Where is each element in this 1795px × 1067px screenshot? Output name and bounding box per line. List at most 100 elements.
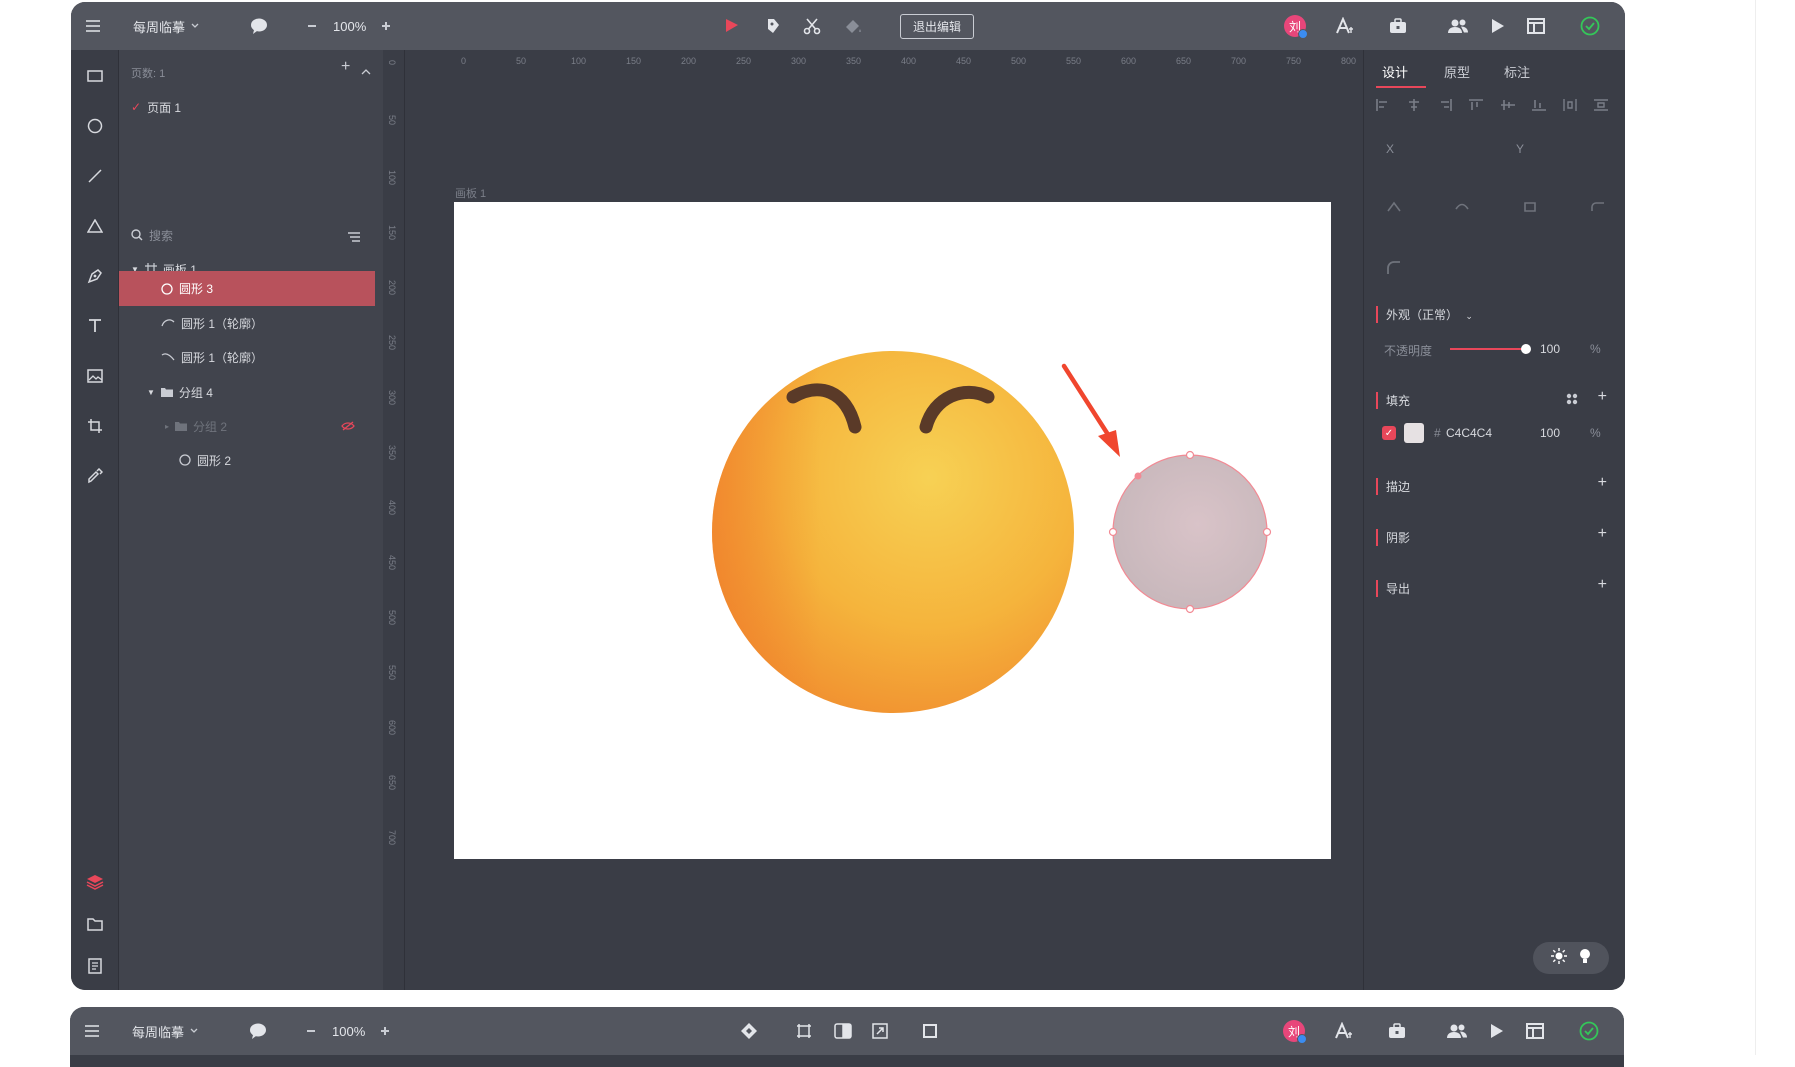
toolbox-button[interactable] [1389,2,1407,50]
comment-button[interactable] [249,2,269,50]
tab-prototype[interactable]: 原型 [1444,62,1470,81]
ellipse-tool[interactable] [83,114,107,138]
artboard[interactable] [454,202,1331,859]
user-avatar[interactable]: 刘 [1284,2,1308,50]
filter-button[interactable] [347,230,361,248]
paint-tool-button[interactable] [843,2,863,50]
align-right-icon[interactable] [1438,98,1453,116]
align-center-icon[interactable] [1407,98,1421,116]
add-fill-button[interactable]: + [1598,388,1607,406]
opacity-value[interactable]: 100 [1540,342,1560,356]
selected-circle-3[interactable] [1108,450,1272,614]
layer-row-circle-3[interactable]: 圆形 3 [119,271,375,306]
save-status[interactable] [1579,1007,1599,1055]
fill-color-swatch[interactable] [1404,423,1424,443]
zoom-level[interactable]: 100% [333,2,366,50]
add-export-button[interactable]: + [1598,576,1607,594]
opacity-slider-knob[interactable] [1521,344,1531,354]
scissors-tool-button[interactable] [803,2,821,50]
menu-button[interactable] [84,1007,100,1055]
share-users-button[interactable] [1446,1007,1468,1055]
components-panel-button[interactable] [83,954,107,978]
distribute-vertical-icon[interactable] [1593,98,1608,116]
add-page-button[interactable]: + [341,58,350,76]
tab-design[interactable]: 设计 [1382,62,1408,81]
layer-row-outline-1[interactable]: 圆形 1（轮廓） [119,306,375,340]
zoom-out-button[interactable] [306,1007,316,1055]
share-users-button[interactable] [1447,2,1469,50]
project-name-dropdown[interactable]: 每周临摹 [133,2,199,50]
font-button[interactable] [1334,1007,1354,1055]
assets-panel-button[interactable] [83,912,107,936]
add-stroke-button[interactable]: + [1598,474,1607,492]
play-button[interactable] [1490,1007,1504,1055]
layer-row-group-4[interactable]: ▼ 分组 4 [119,375,375,409]
distribute-horizontal-icon[interactable] [1563,98,1577,116]
tag-tool-button[interactable] [765,2,781,50]
mask-tool-button[interactable] [834,1007,852,1055]
square-tool-button[interactable] [922,1007,938,1055]
resize-handle[interactable] [1185,604,1195,614]
ruler-tick-label: 550 [1066,56,1082,66]
user-avatar[interactable]: 刘 [1283,1007,1307,1055]
layout-button[interactable] [1527,2,1545,50]
align-middle-icon[interactable] [1500,98,1515,116]
project-name-dropdown[interactable]: 每周临摹 [132,1007,198,1055]
radius-control[interactable] [1386,260,1402,281]
tab-annotate[interactable]: 标注 [1504,62,1530,81]
layer-row-group-2[interactable]: ▸ 分组 2 [119,409,375,443]
appearance-section-title[interactable]: 外观（正常） ⌄ [1376,306,1473,323]
play-button[interactable] [1491,2,1505,50]
corner-radius-icon[interactable] [1590,200,1606,218]
add-shadow-button[interactable]: + [1598,525,1607,543]
resize-handle[interactable] [1108,527,1118,537]
lightbulb-icon[interactable] [1578,948,1592,969]
flip-vertical-icon[interactable] [1522,200,1538,218]
artboard-tool[interactable] [83,414,107,438]
exit-edit-button[interactable]: 退出编辑 [900,2,975,50]
fill-hex-input[interactable]: C4C4C4 [1446,426,1492,440]
toolbox-button[interactable] [1388,1007,1406,1055]
align-top-icon[interactable] [1469,98,1484,116]
zoom-out-button[interactable] [307,2,317,50]
layout-button[interactable] [1526,1007,1544,1055]
fill-opacity-input[interactable]: 100 [1540,426,1560,440]
fill-enabled-checkbox[interactable]: ✓ [1382,426,1396,440]
zoom-level[interactable]: 100% [332,1007,365,1055]
frame-tool-button[interactable] [796,1007,812,1055]
fill-styles-button[interactable] [1566,392,1578,410]
eye-hidden-icon[interactable] [341,421,355,431]
font-button[interactable] [1335,2,1355,50]
opacity-unit: % [1590,342,1601,356]
triangle-tool[interactable] [83,214,107,238]
emoji-face[interactable] [712,351,1074,713]
layer-row-outline-2[interactable]: 圆形 1（轮廓） [119,340,375,374]
resize-handle[interactable] [1185,450,1195,460]
text-tool[interactable] [83,314,107,338]
line-tool[interactable] [83,164,107,188]
comment-button[interactable] [248,1007,268,1055]
layer-row-circle-2[interactable]: 圆形 2 [119,443,375,477]
zoom-in-button[interactable] [380,1007,390,1055]
pen-tool[interactable] [83,264,107,288]
radius-handle[interactable] [1134,472,1142,480]
eyedropper-tool[interactable] [83,464,107,488]
opacity-slider[interactable] [1450,344,1531,354]
resize-handle[interactable] [1262,527,1272,537]
align-bottom-icon[interactable] [1531,98,1546,116]
collapse-pages-button[interactable] [361,62,371,80]
menu-button[interactable] [85,2,101,50]
rectangle-tool[interactable] [83,64,107,88]
flip-horizontal-icon[interactable] [1454,200,1470,218]
save-status[interactable] [1580,2,1600,50]
image-tool[interactable] [83,364,107,388]
component-tool-button[interactable] [740,1007,758,1055]
page-item[interactable]: ✓ 页面 1 [131,90,387,124]
resize-tool-button[interactable] [872,1007,888,1055]
align-left-icon[interactable] [1376,98,1390,116]
zoom-in-button[interactable] [381,2,391,50]
rotate-icon[interactable] [1386,200,1402,218]
select-tool-button[interactable] [723,2,741,50]
layers-panel-button[interactable] [83,870,107,894]
sun-icon[interactable] [1550,947,1567,969]
